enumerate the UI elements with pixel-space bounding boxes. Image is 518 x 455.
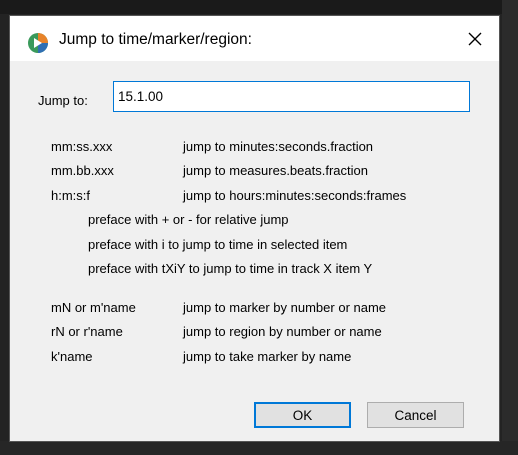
note-relative-jump: preface with + or - for relative jump xyxy=(88,212,289,227)
reaper-logo-icon xyxy=(27,32,49,54)
backdrop-top-strip xyxy=(0,0,518,14)
help-key: h:m:s:f xyxy=(51,188,91,203)
note-track-item: preface with tXiY to jump to time in tra… xyxy=(88,261,373,276)
jump-dialog: Jump to time/marker/region: Jump to: mm:… xyxy=(9,15,500,442)
jump-to-input[interactable] xyxy=(113,81,470,112)
ok-button[interactable]: OK xyxy=(254,402,351,428)
help-key: rN or r'name xyxy=(51,324,123,339)
note-selected-item: preface with i to jump to time in select… xyxy=(88,237,348,252)
help-key: k'name xyxy=(51,349,93,364)
close-button[interactable] xyxy=(457,24,493,54)
help-desc: jump to hours:minutes:seconds:frames xyxy=(183,188,407,203)
cancel-button[interactable]: Cancel xyxy=(367,402,464,428)
help-desc: jump to region by number or name xyxy=(183,324,382,339)
help-desc: jump to minutes:seconds.fraction xyxy=(183,139,374,154)
help-desc: jump to measures.beats.fraction xyxy=(183,163,368,178)
jump-to-label: Jump to: xyxy=(38,93,88,108)
help-desc: jump to marker by number or name xyxy=(183,300,387,315)
help-key: mN or m'name xyxy=(51,300,136,315)
backdrop-right-strip xyxy=(502,0,518,455)
dialog-title: Jump to time/marker/region: xyxy=(59,31,252,48)
help-key: mm.bb.xxx xyxy=(51,163,114,178)
help-desc: jump to take marker by name xyxy=(183,349,352,364)
backdrop-bottom-strip xyxy=(0,441,518,455)
dialog-titlebar[interactable]: Jump to time/marker/region: xyxy=(10,16,499,61)
help-key: mm:ss.xxx xyxy=(51,139,113,154)
close-icon xyxy=(468,32,482,46)
